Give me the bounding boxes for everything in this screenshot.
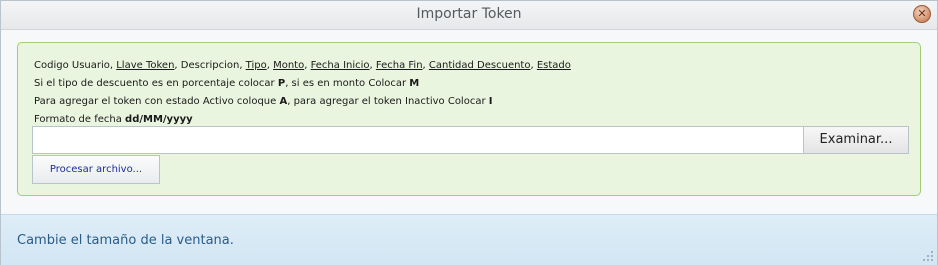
close-button[interactable]: ✕	[913, 5, 931, 23]
column-name: Estado	[536, 60, 571, 71]
process-file-button[interactable]: Procesar archivo...	[32, 155, 160, 184]
inactive-code: I	[488, 96, 493, 107]
status-code-text-2: , para agregar el token Inactivo Colocar	[287, 96, 489, 107]
status-bar: Cambie el tamaño de la ventana.	[1, 214, 937, 265]
column-name: Descripcion	[180, 60, 240, 71]
column-name: Llave Token	[116, 60, 175, 71]
date-format-text: Formato de fecha	[34, 114, 126, 125]
column-name: Codigo Usuario	[34, 60, 110, 71]
column-name: Cantidad Descuento	[428, 60, 531, 71]
status-code-line: Para agregar el token con estado Activo …	[34, 93, 571, 111]
instructions: Codigo Usuario, Llave Token, Descripcion…	[34, 57, 571, 129]
title-bar[interactable]: Importar Token ✕	[1, 1, 937, 30]
file-path-input[interactable]	[32, 126, 803, 154]
dialog-title: Importar Token	[416, 6, 522, 22]
amount-code: M	[409, 78, 420, 89]
import-panel: Codigo Usuario, Llave Token, Descripcion…	[17, 42, 921, 196]
status-code-text: Para agregar el token con estado Activo …	[34, 96, 280, 107]
column-name: Fecha Inicio	[310, 60, 370, 71]
date-format-value: dd/MM/yyyy	[125, 114, 193, 125]
browse-button[interactable]: Examinar...	[803, 126, 909, 154]
discount-type-line: Si el tipo de descuento es en porcentaje…	[34, 75, 571, 93]
column-format-line: Codigo Usuario, Llave Token, Descripcion…	[34, 57, 571, 75]
column-name: Fecha Fin	[375, 60, 423, 71]
resize-hint: Cambie el tamaño de la ventana.	[17, 233, 234, 248]
column-name: Monto	[273, 60, 305, 71]
resize-grip-icon[interactable]	[922, 250, 934, 262]
import-token-dialog: Importar Token ✕ Codigo Usuario, Llave T…	[0, 0, 938, 265]
discount-type-text: Si el tipo de descuento es en porcentaje…	[34, 78, 278, 89]
column-name: Tipo	[245, 60, 267, 71]
discount-type-text-2: , si es en monto Colocar	[285, 78, 410, 89]
close-icon: ✕	[917, 7, 927, 20]
